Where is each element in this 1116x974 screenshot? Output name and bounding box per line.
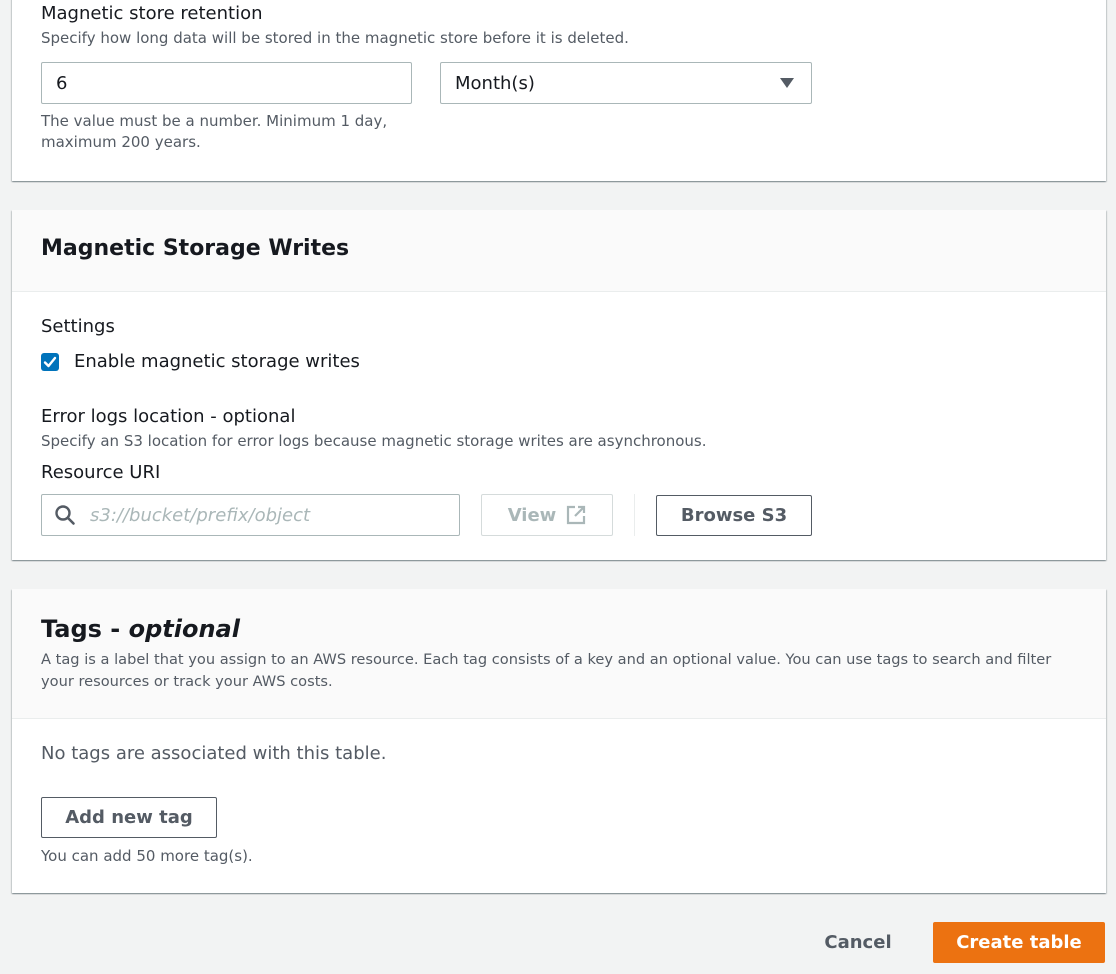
external-link-icon	[567, 505, 586, 525]
retention-hint-line1: The value must be a number. Minimum 1 da…	[41, 112, 388, 130]
tags-title: Tags - optional	[41, 615, 240, 643]
tags-title-text: Tags -	[41, 615, 129, 643]
caret-down-icon	[780, 78, 794, 88]
magnetic-writes-panel: Magnetic Storage Writes Settings Enable …	[12, 210, 1106, 560]
view-label: View	[507, 504, 557, 526]
settings-label: Settings	[41, 316, 115, 337]
tags-panel: Tags - optional A tag is a label that yo…	[12, 589, 1106, 893]
tags-description-line1: A tag is a label that you assign to an A…	[41, 651, 1052, 668]
check-icon	[43, 356, 57, 368]
view-button[interactable]: View	[481, 494, 613, 536]
tags-header: Tags - optional A tag is a label that yo…	[12, 589, 1106, 719]
tags-limit-text: You can add 50 more tag(s).	[41, 847, 253, 865]
retention-panel: Magnetic store retention Specify how lon…	[12, 0, 1106, 181]
create-table-button[interactable]: Create table	[933, 922, 1105, 963]
button-divider	[634, 494, 635, 536]
create-table-form: Magnetic store retention Specify how lon…	[0, 0, 1116, 974]
add-new-tag-button[interactable]: Add new tag	[41, 797, 217, 838]
error-logs-label: Error logs location - optional	[41, 406, 296, 427]
tags-empty-text: No tags are associated with this table.	[41, 743, 387, 764]
enable-writes-checkbox[interactable]	[41, 353, 59, 371]
retention-hint-line2: maximum 200 years.	[41, 133, 201, 151]
magnetic-writes-title: Magnetic Storage Writes	[41, 236, 350, 261]
enable-writes-label[interactable]: Enable magnetic storage writes	[74, 351, 360, 372]
magnetic-writes-header: Magnetic Storage Writes	[12, 210, 1106, 292]
retention-description: Specify how long data will be stored in …	[41, 29, 629, 47]
add-new-tag-label: Add new tag	[65, 807, 193, 828]
retention-value-text: 6	[56, 72, 68, 94]
resource-uri-label: Resource URI	[41, 462, 161, 483]
error-logs-description: Specify an S3 location for error logs be…	[41, 432, 707, 450]
retention-value-input[interactable]: 6	[41, 62, 412, 104]
retention-unit-select[interactable]: Month(s)	[440, 62, 812, 104]
browse-s3-button[interactable]: Browse S3	[656, 495, 812, 536]
browse-s3-label: Browse S3	[680, 505, 788, 526]
cancel-button[interactable]: Cancel	[812, 922, 904, 963]
retention-unit-text: Month(s)	[455, 72, 535, 94]
tags-description-line2: your resources or track your AWS costs.	[41, 673, 333, 690]
tags-title-optional: optional	[128, 615, 240, 643]
create-table-label: Create table	[956, 932, 1082, 953]
search-icon	[55, 505, 75, 525]
resource-uri-input[interactable]: s3://bucket/prefix/object	[41, 494, 460, 536]
retention-label: Magnetic store retention	[41, 3, 263, 24]
resource-uri-placeholder: s3://bucket/prefix/object	[90, 504, 311, 526]
cancel-label: Cancel	[824, 932, 892, 953]
